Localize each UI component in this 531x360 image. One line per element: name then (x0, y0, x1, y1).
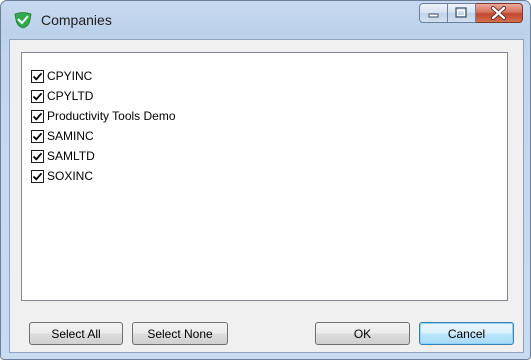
checkmark-icon (32, 132, 43, 141)
list-item[interactable]: SOXINC (22, 166, 93, 186)
dialog-client-area: CPYINC CPYLTD Productivity Tools Demo SA… (9, 39, 524, 353)
maximize-icon (455, 7, 467, 18)
checkbox[interactable] (31, 89, 44, 103)
title-bar[interactable]: Companies (1, 1, 530, 39)
companies-dialog: Companies CPYINC CPYLTD Productivity Too… (0, 0, 531, 360)
minimize-button[interactable] (419, 3, 448, 23)
checkbox[interactable] (31, 169, 44, 183)
list-item-label: SAMINC (47, 129, 94, 143)
checkmark-icon (32, 172, 43, 181)
list-item-label: CPYINC (47, 69, 93, 83)
list-item[interactable]: SAMLTD (22, 146, 95, 166)
maximize-button[interactable] (448, 3, 476, 23)
list-item[interactable]: CPYINC (22, 66, 92, 86)
list-item[interactable]: CPYLTD (22, 86, 93, 106)
list-item-label: CPYLTD (47, 89, 94, 103)
close-button[interactable] (476, 3, 523, 23)
select-none-button[interactable]: Select None (132, 322, 228, 345)
checkmark-icon (32, 152, 43, 161)
caption-buttons (419, 3, 523, 24)
list-item[interactable]: SAMINC (22, 126, 94, 146)
checkmark-icon (32, 112, 43, 121)
close-icon (491, 6, 506, 20)
checkbox[interactable] (31, 69, 44, 83)
checkmark-icon (32, 92, 43, 101)
checkbox[interactable] (31, 149, 44, 163)
list-item-label: SOXINC (47, 169, 94, 183)
list-item[interactable]: Productivity Tools Demo (22, 106, 176, 126)
ok-button[interactable]: OK (315, 322, 410, 345)
minimize-icon (428, 13, 439, 18)
companies-list[interactable]: CPYINC CPYLTD Productivity Tools Demo SA… (21, 52, 508, 301)
window-title: Companies (41, 12, 112, 28)
list-item-label: SAMLTD (47, 149, 95, 163)
checkbox[interactable] (31, 129, 44, 143)
checkmark-icon (32, 72, 43, 81)
checkbox[interactable] (31, 109, 44, 123)
list-item-label: Productivity Tools Demo (47, 109, 176, 123)
green-shield-check-icon (14, 12, 32, 29)
select-all-button[interactable]: Select All (29, 322, 123, 345)
cancel-button[interactable]: Cancel (419, 322, 514, 345)
